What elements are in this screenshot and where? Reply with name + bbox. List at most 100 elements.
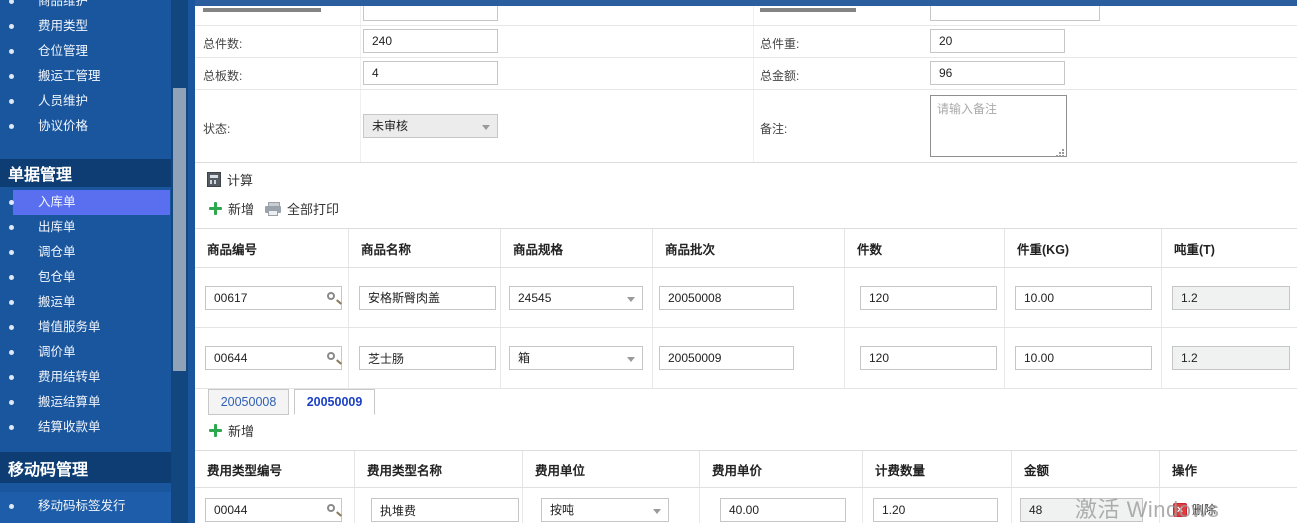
sidebar-scrollbar[interactable] xyxy=(171,0,188,523)
sidebar-section-mobile-code: 移动码管理 xyxy=(0,452,171,483)
table-row xyxy=(355,488,523,523)
col-header-product-code: 商品编号 xyxy=(195,229,349,268)
bullet-icon xyxy=(9,250,14,255)
fee-unit-select[interactable]: 按吨 xyxy=(541,498,669,522)
sidebar-item-value-added-service-order[interactable]: 增值服务单 xyxy=(0,315,195,340)
product-spec-select[interactable]: 24545 xyxy=(509,286,643,310)
ton-weight-input xyxy=(1172,346,1290,370)
search-icon[interactable] xyxy=(327,352,335,360)
form-divider xyxy=(360,6,361,162)
calculate-button[interactable]: 计算 xyxy=(207,170,253,189)
sidebar-item-warehouse-slot[interactable]: 仓位管理 xyxy=(0,39,195,64)
sidebar-item-product-maintenance[interactable]: 商品维护 xyxy=(0,0,195,14)
col-header-fee-qty: 计费数量 xyxy=(863,451,1012,488)
status-value: 未审核 xyxy=(372,119,408,133)
product-batch-input[interactable] xyxy=(659,346,794,370)
fee-code-input[interactable] xyxy=(205,498,342,522)
section-title: 单据管理 xyxy=(8,161,72,185)
form-bottom-divider xyxy=(195,162,1297,163)
search-icon[interactable] xyxy=(327,504,335,512)
fee-code-lookup xyxy=(205,498,342,522)
sidebar-item-fee-type[interactable]: 费用类型 xyxy=(0,14,195,39)
add-product-button[interactable]: 新增 xyxy=(209,199,254,218)
table-row xyxy=(349,328,501,389)
bullet-icon xyxy=(9,400,14,405)
product-name-input[interactable] xyxy=(359,286,496,310)
sidebar-item-price-adjust-order[interactable]: 调价单 xyxy=(0,340,195,365)
sidebar-item-outbound-order[interactable]: 出库单 xyxy=(0,215,195,240)
add-label: 新增 xyxy=(228,199,254,218)
table-row xyxy=(1005,328,1162,389)
clipped-input[interactable] xyxy=(363,6,498,21)
total-pallets-input[interactable] xyxy=(363,61,498,85)
selected-highlight xyxy=(13,190,170,215)
sidebar-item-transfer-order[interactable]: 调仓单 xyxy=(0,240,195,265)
fee-qty-input[interactable] xyxy=(873,498,998,522)
sidebar-item-label: 搬运单 xyxy=(38,290,76,315)
remark-textarea[interactable] xyxy=(930,95,1067,157)
product-code-input[interactable] xyxy=(205,286,342,310)
total-pieces-input[interactable] xyxy=(363,29,498,53)
sidebar-item-label: 仓位管理 xyxy=(38,39,88,64)
sidebar-item-personnel[interactable]: 人员维护 xyxy=(0,89,195,114)
table-row xyxy=(349,268,501,328)
form-divider xyxy=(753,6,754,162)
table-row xyxy=(1162,268,1297,328)
col-header-product-name: 商品名称 xyxy=(349,229,501,268)
table-row xyxy=(1162,328,1297,389)
bullet-icon xyxy=(9,74,14,79)
sidebar-item-label: 协议价格 xyxy=(38,114,88,139)
resize-grip-icon[interactable] xyxy=(1062,155,1064,157)
product-name-input[interactable] xyxy=(359,346,496,370)
form-row-divider xyxy=(195,25,1297,26)
qty-input[interactable] xyxy=(860,346,997,370)
bullet-icon xyxy=(9,275,14,280)
sidebar-scrollbar-thumb[interactable] xyxy=(173,88,186,371)
fee-name-input[interactable] xyxy=(371,498,519,522)
search-icon[interactable] xyxy=(327,292,335,300)
tab-batch-20050009[interactable]: 20050009 xyxy=(294,389,375,415)
table-row xyxy=(195,328,349,389)
product-spec-select[interactable]: 箱 xyxy=(509,346,643,370)
plus-icon xyxy=(209,424,222,437)
total-piece-weight-label: 总件重: xyxy=(760,35,799,52)
tab-batch-20050008[interactable]: 20050008 xyxy=(208,389,289,415)
total-amount-input[interactable] xyxy=(930,61,1065,85)
sidebar-item-fee-carryover-order[interactable]: 费用结转单 xyxy=(0,365,195,390)
print-all-button[interactable]: 全部打印 xyxy=(265,199,339,218)
sidebar-item-porter-management[interactable]: 搬运工管理 xyxy=(0,64,195,89)
table-row: 箱 xyxy=(501,328,653,389)
total-piece-weight-input[interactable] xyxy=(930,29,1065,53)
bullet-icon xyxy=(9,99,14,104)
col-header-actions: 操作 xyxy=(1160,451,1297,488)
sidebar-item-settlement-receipt-order[interactable]: 结算收款单 xyxy=(0,415,195,440)
remark-field-wrap xyxy=(930,95,1067,162)
sidebar-item-handling-order[interactable]: 搬运单 xyxy=(0,290,195,315)
col-header-unit-weight: 件重(KG) xyxy=(1005,229,1162,268)
unit-weight-input[interactable] xyxy=(1015,346,1152,370)
clipped-input[interactable] xyxy=(930,6,1100,21)
fee-price-input[interactable] xyxy=(720,498,846,522)
sidebar-item-handling-settlement-order[interactable]: 搬运结算单 xyxy=(0,390,195,415)
clipped-label xyxy=(760,8,856,12)
add-fee-button[interactable]: 新增 xyxy=(209,421,254,440)
table-row xyxy=(653,328,845,389)
product-table: 商品编号 商品名称 商品规格 商品批次 件数 件重(KG) 吨重(T) 2454… xyxy=(195,228,1297,389)
ton-weight-input xyxy=(1172,286,1290,310)
sidebar-item-mobile-code-label-issue[interactable]: 移动码标签发行 xyxy=(0,494,195,519)
table-row xyxy=(845,268,1005,328)
sidebar-item-label: 出库单 xyxy=(38,215,76,240)
sidebar-item-inbound-order[interactable]: 入库单 xyxy=(0,190,195,215)
bullet-icon xyxy=(9,350,14,355)
product-batch-input[interactable] xyxy=(659,286,794,310)
sidebar-item-agreement-price[interactable]: 协议价格 xyxy=(0,114,195,139)
product-code-lookup xyxy=(205,346,342,370)
sidebar-item-packing-order[interactable]: 包仓单 xyxy=(0,265,195,290)
order-summary-form: 总件数: 总件重: 总板数: 总金额: 状态: 未审核 备注: xyxy=(195,0,1297,162)
status-select[interactable]: 未审核 xyxy=(363,114,498,138)
table-row xyxy=(653,268,845,328)
product-code-input[interactable] xyxy=(205,346,342,370)
table-row xyxy=(845,328,1005,389)
unit-weight-input[interactable] xyxy=(1015,286,1152,310)
qty-input[interactable] xyxy=(860,286,997,310)
